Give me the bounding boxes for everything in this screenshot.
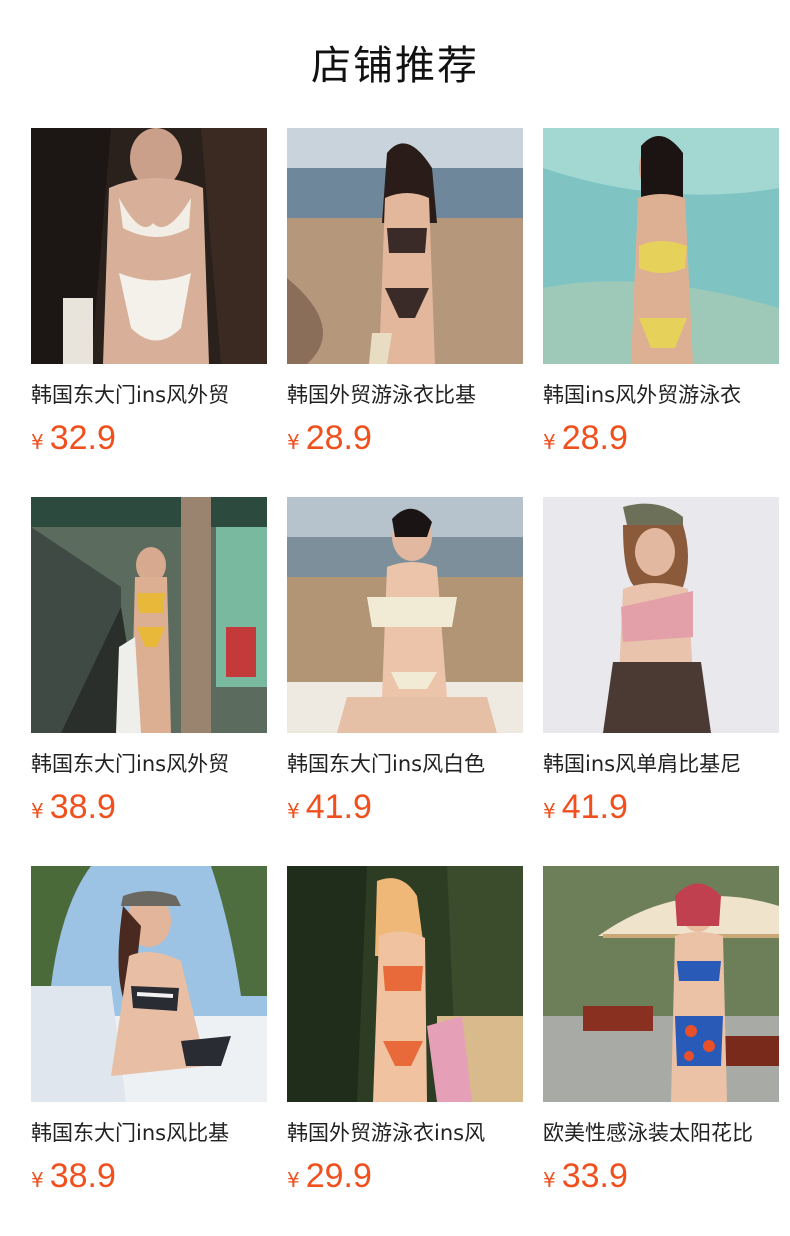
price-amount: 38.9 <box>49 1157 116 1195</box>
currency-symbol: ¥ <box>287 430 300 454</box>
product-card[interactable]: 韩国东大门ins风外贸 ¥32.9 <box>31 128 267 468</box>
product-name[interactable]: 韩国东大门ins风比基 <box>31 1118 267 1148</box>
price-amount: 32.9 <box>49 419 116 457</box>
currency-symbol: ¥ <box>31 799 44 823</box>
currency-symbol: ¥ <box>31 1168 44 1192</box>
price-amount: 33.9 <box>561 1157 628 1195</box>
product-name[interactable]: 韩国东大门ins风白色 <box>287 749 523 779</box>
product-image[interactable] <box>31 128 267 364</box>
currency-symbol: ¥ <box>287 799 300 823</box>
currency-symbol: ¥ <box>287 1168 300 1192</box>
product-card[interactable]: 韩国ins风单肩比基尼 ¥41.9 <box>543 497 779 837</box>
product-card[interactable]: 韩国外贸游泳衣比基 ¥28.9 <box>287 128 523 468</box>
product-image[interactable] <box>287 497 523 733</box>
product-price: ¥33.9 <box>543 1154 628 1198</box>
product-name[interactable]: 韩国ins风单肩比基尼 <box>543 749 779 779</box>
product-price: ¥28.9 <box>287 416 372 460</box>
product-image[interactable] <box>543 866 779 1102</box>
product-name[interactable]: 欧美性感泳装太阳花比 <box>543 1118 779 1148</box>
product-name[interactable]: 韩国外贸游泳衣ins风 <box>287 1118 523 1148</box>
product-name[interactable]: 韩国东大门ins风外贸 <box>31 749 267 779</box>
product-image[interactable] <box>287 866 523 1102</box>
product-price: ¥41.9 <box>543 785 628 829</box>
product-image[interactable] <box>543 128 779 364</box>
product-image[interactable] <box>31 497 267 733</box>
product-price: ¥38.9 <box>31 785 116 829</box>
price-amount: 28.9 <box>561 419 628 457</box>
product-card[interactable]: 韩国东大门ins风比基 ¥38.9 <box>31 866 267 1206</box>
currency-symbol: ¥ <box>543 799 556 823</box>
price-amount: 41.9 <box>305 788 372 826</box>
product-image[interactable] <box>543 497 779 733</box>
price-amount: 41.9 <box>561 788 628 826</box>
currency-symbol: ¥ <box>543 430 556 454</box>
product-name[interactable]: 韩国外贸游泳衣比基 <box>287 380 523 410</box>
product-card[interactable]: 韩国外贸游泳衣ins风 ¥29.9 <box>287 866 523 1206</box>
price-amount: 28.9 <box>305 419 372 457</box>
product-price: ¥32.9 <box>31 416 116 460</box>
product-card[interactable]: 韩国ins风外贸游泳衣 ¥28.9 <box>543 128 779 468</box>
product-name[interactable]: 韩国ins风外贸游泳衣 <box>543 380 779 410</box>
product-card[interactable]: 韩国东大门ins风外贸 ¥38.9 <box>31 497 267 837</box>
product-card[interactable]: 欧美性感泳装太阳花比 ¥33.9 <box>543 866 779 1206</box>
currency-symbol: ¥ <box>543 1168 556 1192</box>
price-amount: 38.9 <box>49 788 116 826</box>
currency-symbol: ¥ <box>31 430 44 454</box>
product-price: ¥41.9 <box>287 785 372 829</box>
product-price: ¥29.9 <box>287 1154 372 1198</box>
product-name[interactable]: 韩国东大门ins风外贸 <box>31 380 267 410</box>
page-title: 店铺推荐 <box>311 43 479 89</box>
price-amount: 29.9 <box>305 1157 372 1195</box>
product-price: ¥28.9 <box>543 416 628 460</box>
product-image[interactable] <box>31 866 267 1102</box>
product-price: ¥38.9 <box>31 1154 116 1198</box>
product-card[interactable]: 韩国东大门ins风白色 ¥41.9 <box>287 497 523 837</box>
product-image[interactable] <box>287 128 523 364</box>
